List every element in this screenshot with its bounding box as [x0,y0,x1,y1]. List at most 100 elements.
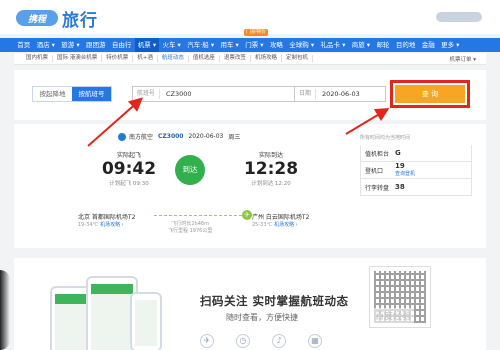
subnav-item[interactable]: 国际·港澳台机票 [53,55,103,62]
flight-result-panel: 南方航空 CZ3000 2020-06-03 周三 实际起飞 09:42 计划起… [14,124,486,248]
promo-icon-row: ✈ ◷ ♪ ▦ [200,334,322,348]
date-field[interactable]: 日期 2020-06-03 [294,86,386,102]
nav-item[interactable]: 全球购 ▾ [286,38,317,52]
nav-item-label: 更多 ▾ [441,41,460,49]
nav-item-label: 攻略 [269,41,283,49]
nav-item-label: 全球购 ▾ [289,41,315,49]
subnav-item[interactable]: 定制包机 [282,55,313,62]
nav-item[interactable]: 金融 [419,38,438,52]
calendar-round-icon: ▦ [308,334,322,348]
nav-item[interactable]: 酒店 ▾ [33,38,58,52]
airline-row: 南方航空 CZ3000 2020-06-03 周三 [118,132,245,141]
flight-orders-link[interactable]: 机票订单 ▾ [449,55,476,63]
mode-by-city[interactable]: 按起降地 [33,87,72,101]
checkin-counter-label: 值机柜台 [365,150,390,158]
nav-item-label: 礼品卡 ▾ [320,41,346,49]
nav-item-label: 旅游 ▾ [61,41,80,49]
departure-airport-guide-link[interactable]: 机场攻略 › [100,222,124,228]
arrival-airport-block: 广州 白云国际机场T2 25-33℃ 机场攻略 › [252,212,309,228]
plane-round-icon: ✈ [200,334,214,348]
search-mode-toggle: 按起降地 按航班号 [32,86,112,102]
subnav-item[interactable]: 特价机票 [102,55,134,62]
bell-round-icon: ♪ [272,334,286,348]
nav-item[interactable]: 旅游 ▾ [58,38,83,52]
arrival-airport-guide-link[interactable]: 机场攻略 › [274,222,298,228]
arrival-planned: 计划到达 12:20 [251,181,291,187]
ctrip-logo[interactable]: 携程 旅行 [16,8,98,31]
boarding-query-link[interactable]: 查询登机 [395,170,415,177]
nav-item[interactable]: 火车 ▾ [159,38,184,52]
arrived-badge: 到达 [175,155,205,185]
logo-text: 旅行 [62,10,98,31]
nav-item-label: 汽车·船 ▾ [187,41,215,49]
departure-airport: 北京 首都国际机场T2 [78,214,136,221]
baggage-carousel-label: 行李转盘 [365,184,390,192]
departure-weather: 19-34℃ [78,222,99,228]
search-panel: 按起降地 按航班号 航班号 CZ3000 日期 2020-06-03 查 询 [14,70,486,120]
airport-info-table: 所有时间均为当地时间 值机柜台 G 登机口 19 查询登机 行李转盘 38 [360,134,472,196]
subnav-item[interactable]: 退票改签 [220,55,251,62]
nav-item[interactable]: 商旅 ▾ [349,38,374,52]
baggage-carousel-value: 38 [395,182,405,191]
nav-item[interactable]: 汽车·船 ▾ [184,38,217,52]
promo-title: 扫码关注 实时掌握航班动态 [200,294,349,308]
watermark: 百度经验 [372,308,415,323]
subnav-item[interactable]: 机+酒 [133,55,158,62]
nav-item-label: 自由行 [111,41,132,49]
nav-item[interactable]: 机票 ▾ [134,38,160,52]
query-button[interactable]: 查 询 [395,85,465,103]
china-southern-icon [118,132,126,141]
departure-time: 09:42 [101,159,157,179]
baggage-carousel-row: 行李转盘 38 [360,179,472,196]
nav-item[interactable]: 礼品卡 ▾ [317,38,348,52]
boarding-gate-label: 登机口 [365,167,384,175]
app-promo-section: 扫码关注 实时掌握航班动态 随时查看，方便快捷 ✈ ◷ ♪ ▦ [14,258,486,350]
dark-edge-shadow [0,270,10,350]
departure-planned: 计划起飞 09:30 [109,181,149,187]
nav-item-label: 目的地 [395,41,416,49]
phone-mockup-right [130,292,162,350]
flight-number-label: 航班号 [133,89,161,99]
account-area[interactable] [436,12,482,22]
boarding-gate-value: 19 [395,162,405,170]
main-nav: 首页 酒店 ▾ 旅游 ▾ 跟团游 自由行 机票 ▾ 火车 ▾ 汽车·船 ▾ 用车 ▾ 门票 ▾ 门票… [0,29,500,52]
flight-number: CZ3000 [158,133,184,140]
nav-item[interactable]: 门票 ▾ 门票特价 [242,29,269,52]
nav-item-label: 酒店 ▾ [36,41,55,49]
date-label: 日期 [295,89,317,99]
nav-item-label: 商旅 ▾ [351,41,371,49]
arrival-status: 实际到达 [258,152,283,159]
nav-badge: 门票特价 [244,29,269,36]
nav-item[interactable]: 跟团游 [83,38,109,52]
checkin-counter-value: G [395,148,401,157]
subnav-item[interactable]: 航班动态 [158,55,189,62]
promo-subtitle: 随时查看，方便快捷 [226,313,298,322]
flight-number-input[interactable]: CZ3000 [160,90,192,98]
subnav-item[interactable]: 值机选座 [189,55,220,62]
nav-item[interactable]: 攻略 [267,38,286,52]
nav-item[interactable]: 首页 [14,38,33,52]
date-input[interactable]: 2020-06-03 [316,90,360,98]
flight-distance: 飞行里程 1976公里 [168,228,213,234]
departure-status: 实际起飞 [116,152,141,159]
flight-subnav: 国内机票 国际·港澳台机票 特价机票 机+酒 航班动态 值机选座 退票改签 机场攻略 定制包机 机… [14,53,486,65]
phone-illustration [50,270,162,350]
logo-mark: 携程 [16,10,58,26]
nav-item[interactable]: 目的地 [393,38,419,52]
nav-item[interactable]: 自由行 [109,38,135,52]
subnav-item[interactable]: 机场攻略 [251,55,282,62]
nav-item-label: 首页 [17,41,31,49]
clock-round-icon: ◷ [236,334,250,348]
subnav-item[interactable]: 国内机票 [22,55,54,62]
nav-item-label: 金融 [421,41,435,49]
flight-duration: 飞行时长2h46m [171,221,209,227]
nav-item-label: 门票 ▾ [245,41,264,49]
arrival-airport: 广州 白云国际机场T2 [252,214,310,221]
local-time-note: 所有时间均为当地时间 [360,135,411,141]
mode-by-flight[interactable]: 按航班号 [72,87,111,101]
nav-item[interactable]: 邮轮 [373,38,392,52]
nav-item-label: 机票 ▾ [137,41,157,49]
nav-item[interactable]: 更多 ▾ [438,38,463,52]
nav-item[interactable]: 用车 ▾ [217,38,242,52]
nav-item-label: 邮轮 [376,41,390,49]
